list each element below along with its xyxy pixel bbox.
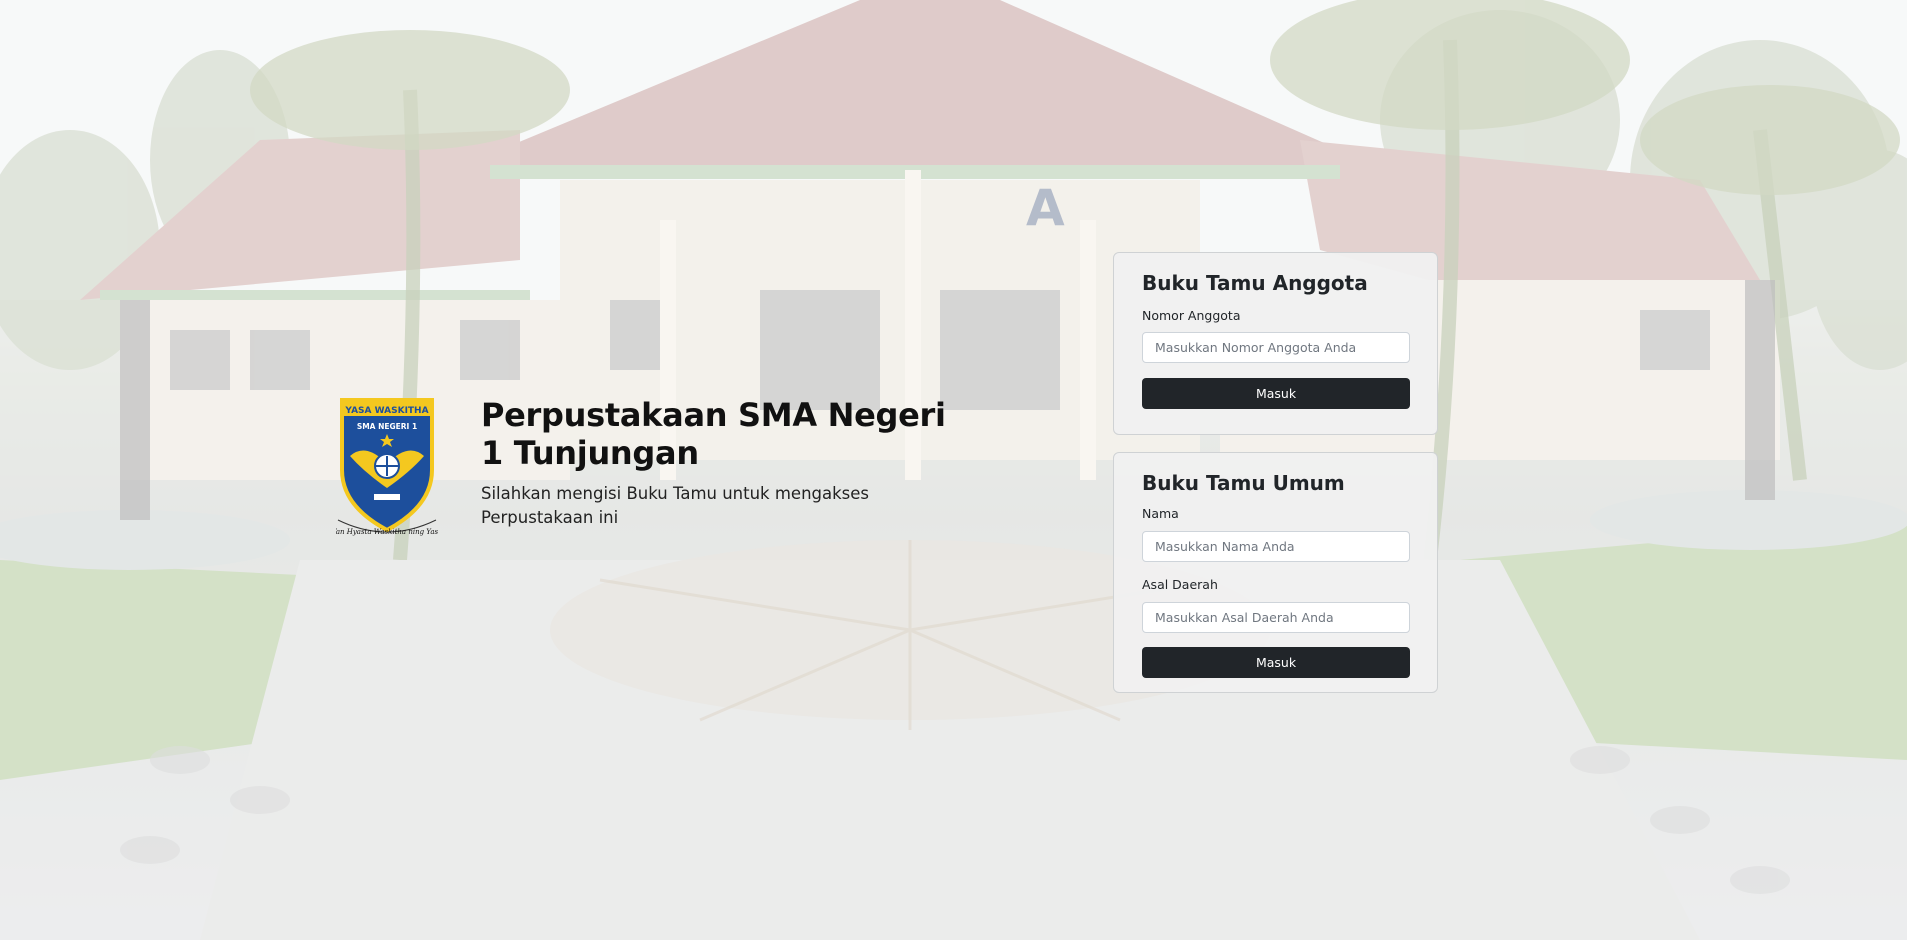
crest-school-text: SMA NEGERI 1	[357, 422, 417, 431]
general-guestbook-title: Buku Tamu Umum	[1142, 471, 1345, 495]
origin-input[interactable]	[1142, 602, 1410, 633]
hero: Perpustakaan SMA Negeri 1 Tunjungan Sila…	[481, 396, 951, 530]
general-guestbook-card: Buku Tamu Umum Nama Asal Daerah Masuk	[1113, 452, 1438, 693]
member-guestbook-title: Buku Tamu Anggota	[1142, 271, 1368, 295]
crest-top-text: YASA WASKITHA	[344, 406, 428, 416]
crest-motto: Tan Hyasta Waskitha ning Yasa	[336, 528, 438, 536]
member-number-label: Nomor Anggota	[1142, 308, 1241, 323]
origin-label: Asal Daerah	[1142, 577, 1218, 592]
school-crest-icon: YASA WASKITHA SMA NEGERI 1 Tan Hyasta Wa…	[332, 394, 442, 544]
white-overlay	[0, 0, 1907, 940]
page-subtitle: Silahkan mengisi Buku Tamu untuk mengaks…	[481, 484, 870, 527]
page-title: Perpustakaan SMA Negeri 1 Tunjungan	[481, 396, 946, 472]
general-submit-button[interactable]: Masuk	[1142, 647, 1410, 678]
name-label: Nama	[1142, 506, 1179, 521]
member-number-input[interactable]	[1142, 332, 1410, 363]
name-input[interactable]	[1142, 531, 1410, 562]
member-guestbook-card: Buku Tamu Anggota Nomor Anggota Masuk	[1113, 252, 1438, 435]
member-submit-button[interactable]: Masuk	[1142, 378, 1410, 409]
